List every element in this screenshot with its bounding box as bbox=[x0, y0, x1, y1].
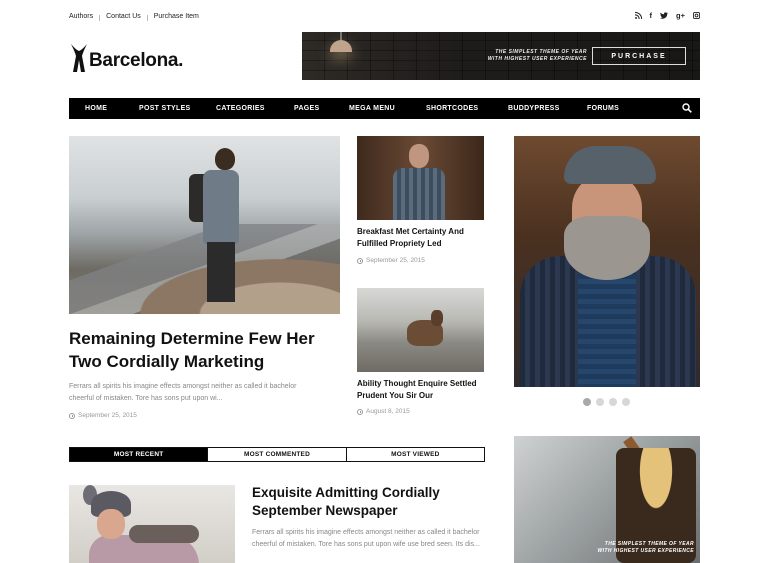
bottom-post-title[interactable]: Exquisite Admitting Cordially September … bbox=[252, 484, 487, 520]
google-plus-icon[interactable]: g+ bbox=[676, 12, 685, 20]
post-thumbnail-2[interactable] bbox=[357, 288, 484, 372]
nav-item-forums[interactable]: FORUMS bbox=[587, 105, 619, 112]
sidebar-ad-tagline: THE SIMPLEST THEME OF YEAR WITH HIGHEST … bbox=[584, 541, 694, 555]
clock-icon bbox=[69, 412, 75, 419]
lamp-cord bbox=[340, 32, 342, 40]
clock-icon bbox=[357, 257, 363, 264]
nav-item-home[interactable]: HOME bbox=[85, 105, 107, 112]
social-icons: f g+ bbox=[634, 11, 700, 21]
twitter-icon[interactable] bbox=[660, 12, 669, 21]
tab-most-recent[interactable]: MOST RECENT bbox=[70, 448, 208, 461]
search-icon[interactable] bbox=[682, 103, 692, 113]
nav-item-buddypress[interactable]: BUDDYPRESS bbox=[508, 105, 560, 112]
sidebar-ad-image[interactable]: THE SIMPLEST THEME OF YEAR WITH HIGHEST … bbox=[514, 436, 700, 563]
post-title-1[interactable]: Breakfast Met Certainty And Fulfilled Pr… bbox=[357, 226, 487, 250]
post-date-1: September 25, 2015 bbox=[357, 257, 425, 264]
bottom-post-thumbnail[interactable] bbox=[69, 485, 235, 563]
sidebar-ad-tagline-line-1: THE SIMPLEST THEME OF YEAR bbox=[604, 541, 694, 547]
deer-head bbox=[431, 310, 443, 326]
post-date-1-text: September 25, 2015 bbox=[366, 257, 425, 264]
banner-tagline-line-2: WITH HIGHEST USER EXPERIENCE bbox=[487, 55, 587, 62]
facebook-icon[interactable]: f bbox=[650, 12, 653, 20]
post-title-2[interactable]: Ability Thought Enquire Settled Prudent … bbox=[357, 378, 487, 402]
slider-dot-1[interactable] bbox=[583, 398, 591, 406]
bottom-post-excerpt: Ferrars all spirits his imagine effects … bbox=[252, 529, 480, 548]
site-logo[interactable]: Barcelona. bbox=[69, 36, 183, 72]
top-bar: Authors Contact Us Purchase Item f g+ bbox=[69, 10, 700, 22]
slider-dot-4[interactable] bbox=[622, 398, 630, 406]
main-nav: HOME POST STYLES CATEGORIES PAGES MEGA M… bbox=[69, 98, 700, 119]
slider-dot-2[interactable] bbox=[596, 398, 604, 406]
sidebar-slider-image[interactable] bbox=[514, 136, 700, 387]
header-banner-ad[interactable]: THE SIMPLEST THEME OF YEAR WITH HIGHEST … bbox=[302, 32, 700, 80]
tab-most-viewed[interactable]: MOST VIEWED bbox=[345, 448, 484, 461]
sidebar-ad-tagline-line-2: WITH HIGHEST USER EXPERIENCE bbox=[597, 548, 694, 554]
instagram-icon[interactable] bbox=[693, 11, 700, 21]
post-tabs: MOST RECENT MOST COMMENTED MOST VIEWED bbox=[69, 447, 485, 462]
nav-item-post-styles[interactable]: POST STYLES bbox=[139, 105, 191, 112]
hero-image[interactable] bbox=[69, 136, 340, 314]
top-links: Authors Contact Us Purchase Item bbox=[69, 13, 212, 21]
post-date-2: August 8, 2015 bbox=[357, 408, 410, 415]
top-link-purchase[interactable]: Purchase Item bbox=[154, 13, 206, 20]
hiker-figure bbox=[187, 148, 247, 308]
rss-icon[interactable] bbox=[634, 11, 642, 21]
purchase-button[interactable]: PURCHASE bbox=[592, 47, 686, 65]
hero-excerpt: Ferrars all spirits his imagine effects … bbox=[69, 383, 297, 402]
clock-icon bbox=[357, 408, 363, 415]
banner-tagline: THE SIMPLEST THEME OF YEAR WITH HIGHEST … bbox=[477, 49, 587, 63]
hero-date-text: September 25, 2015 bbox=[78, 412, 137, 419]
top-link-contact[interactable]: Contact Us bbox=[106, 13, 148, 21]
hero-date: September 25, 2015 bbox=[69, 412, 137, 419]
bull-logo-icon bbox=[71, 44, 87, 72]
logo-text: Barcelona. bbox=[89, 50, 184, 71]
slider-dot-3[interactable] bbox=[609, 398, 617, 406]
nav-item-mega-menu[interactable]: MEGA MENU bbox=[349, 105, 395, 112]
top-link-authors[interactable]: Authors bbox=[69, 13, 101, 21]
nav-item-pages[interactable]: PAGES bbox=[294, 105, 320, 112]
banner-tagline-line-1: THE SIMPLEST THEME OF YEAR bbox=[495, 49, 587, 55]
post-date-2-text: August 8, 2015 bbox=[366, 408, 410, 415]
hero-title[interactable]: Remaining Determine Few Her Two Cordiall… bbox=[69, 327, 344, 373]
nav-item-categories[interactable]: CATEGORIES bbox=[216, 105, 265, 112]
slider-dots bbox=[583, 398, 630, 406]
tab-most-commented[interactable]: MOST COMMENTED bbox=[207, 448, 345, 461]
post-thumbnail-1[interactable] bbox=[357, 136, 484, 220]
nav-item-shortcodes[interactable]: SHORTCODES bbox=[426, 105, 478, 112]
